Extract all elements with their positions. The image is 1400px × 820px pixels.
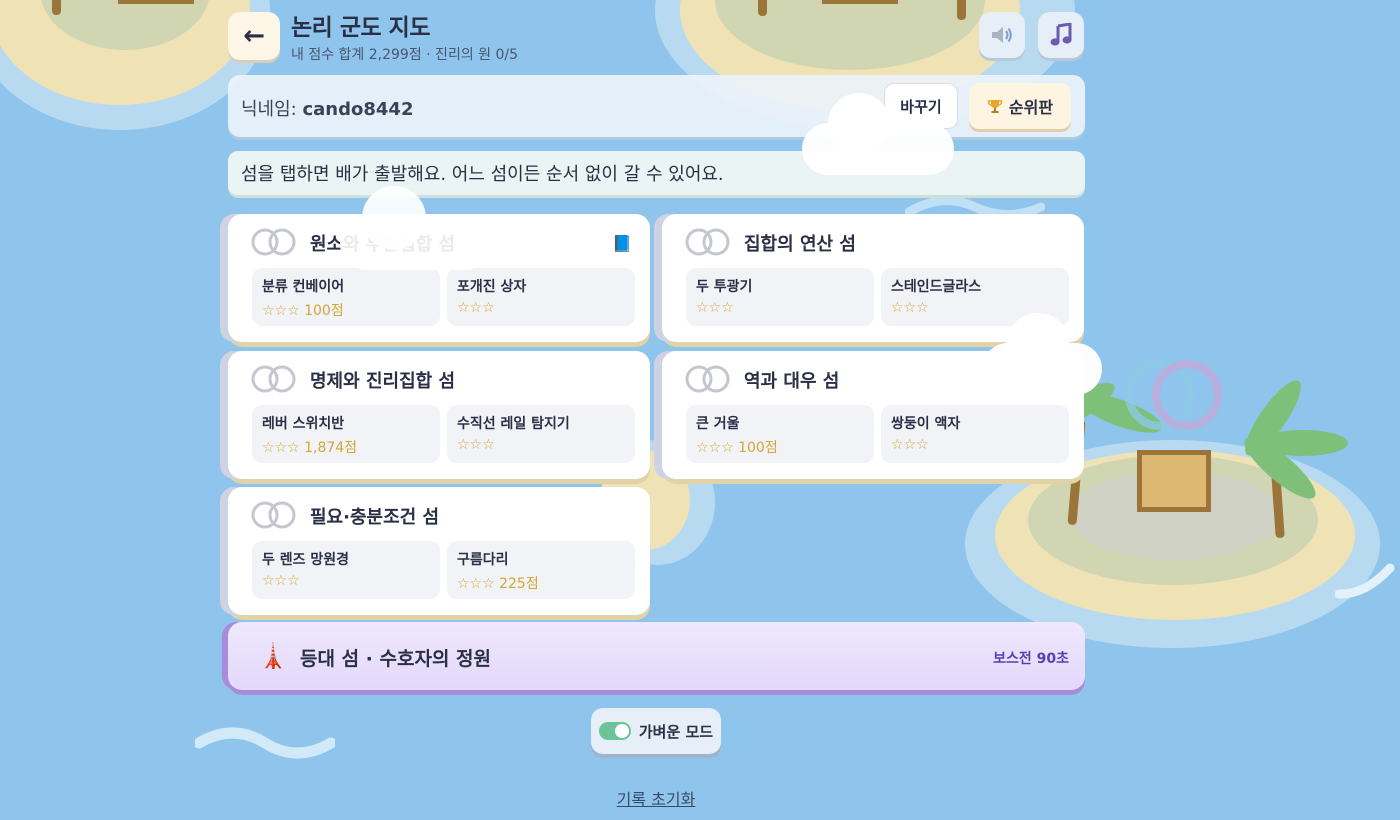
level-name: 수직선 레일 탐지기 [457,416,570,432]
leaderboard-button[interactable]: 순위판 [969,83,1071,129]
level-tile[interactable]: 포개진 상자 ☆☆☆ [447,268,635,326]
music-toggle-button[interactable] [1038,12,1084,58]
level-name: 큰 거울 [696,416,740,432]
level-score: ☆☆☆ [696,300,734,316]
level-name: 스테인드글라스 [891,279,982,295]
level-tile[interactable]: 두 투광기 ☆☆☆ [686,268,874,326]
venn-rings-icon [251,501,296,529]
level-score: ☆☆☆ 100점 [696,440,778,456]
nickname-label: 닉네임: [241,99,297,120]
level-name: 쌍둥이 액자 [891,416,961,432]
music-note-icon [1050,23,1072,46]
level-tile[interactable]: 큰 거울 ☆☆☆ 100점 [686,405,874,463]
level-tile[interactable]: 쌍둥이 액자 ☆☆☆ [881,405,1069,463]
island-title: 필요·충분조건 섬 [310,507,440,528]
nickname-value: cando8442 [302,99,414,120]
hint-message: 섬을 탭하면 배가 출발해요. 어느 섬이든 순서 없이 갈 수 있어요. [228,151,1085,195]
level-name: 분류 컨베이어 [262,279,345,295]
reset-records-link[interactable]: 기록 초기화 [0,786,1312,810]
trophy-icon [987,100,1003,113]
book-icon[interactable]: 📘 [612,234,632,253]
level-tile[interactable]: 두 렌즈 망원경 ☆☆☆ [252,541,440,599]
light-mode-toggle[interactable]: 가벼운 모드 [591,708,721,754]
level-name: 구름다리 [457,552,509,568]
level-score: ☆☆☆ 1,874점 [262,440,358,456]
island-title: 역과 대우 섬 [744,371,840,392]
level-name: 레버 스위치반 [262,416,345,432]
level-name: 포개진 상자 [457,279,527,295]
level-tile[interactable]: 수직선 레일 탐지기 ☆☆☆ [447,405,635,463]
boss-title: 등대 섬 · 수호자의 정원 [300,648,491,670]
cloud-decoration [362,186,426,250]
level-score: ☆☆☆ [457,437,495,453]
boss-island-card[interactable]: 🗼 등대 섬 · 수호자의 정원 보스전 90초 [228,622,1085,690]
toggle-switch[interactable] [598,722,631,740]
level-name: 두 렌즈 망원경 [262,552,350,568]
level-tile[interactable]: 레버 스위치반 ☆☆☆ 1,874점 [252,405,440,463]
venn-rings-icon [251,365,296,393]
venn-rings-icon [685,228,730,256]
arrow-left-icon: ← [243,21,265,51]
level-score: ☆☆☆ 100점 [262,303,344,319]
back-button[interactable]: ← [228,12,280,60]
cloud-decoration [1006,313,1070,377]
light-mode-label: 가벼운 모드 [638,722,714,741]
island-title: 명제와 진리집합 섬 [310,371,456,392]
leaderboard-label: 순위판 [1008,98,1054,117]
speaker-icon [992,27,1012,43]
level-score: ☆☆☆ [262,573,300,589]
nickname-bar: 닉네임: cando8442 바꾸기 순위판 [228,75,1085,137]
level-tile[interactable]: 구름다리 ☆☆☆ 225점 [447,541,635,599]
cloud-decoration [828,93,890,155]
level-score: ☆☆☆ [891,437,929,453]
island-card[interactable]: 필요·충분조건 섬 두 렌즈 망원경 ☆☆☆ 구름다리 ☆☆☆ 225점 [228,487,650,615]
level-name: 두 투광기 [696,279,753,295]
island-card[interactable]: 명제와 진리집합 섬 레버 스위치반 ☆☆☆ 1,874점 수직선 레일 탐지기… [228,351,650,479]
level-score: ☆☆☆ 225점 [457,576,539,592]
venn-rings-icon [685,365,730,393]
level-score: ☆☆☆ [891,300,929,316]
island-title: 집합의 연산 섬 [744,234,856,255]
boss-timer-badge: 보스전 90초 [993,651,1069,667]
level-score: ☆☆☆ [457,300,495,316]
sound-toggle-button[interactable] [979,12,1025,58]
level-tile[interactable]: 분류 컨베이어 ☆☆☆ 100점 [252,268,440,326]
tower-icon: 🗼 [258,642,288,670]
page-title: 논리 군도 지도 [291,15,430,41]
venn-rings-icon [251,228,296,256]
score-summary: 내 점수 합계 2,299점 · 진리의 원 0/5 [291,47,519,63]
